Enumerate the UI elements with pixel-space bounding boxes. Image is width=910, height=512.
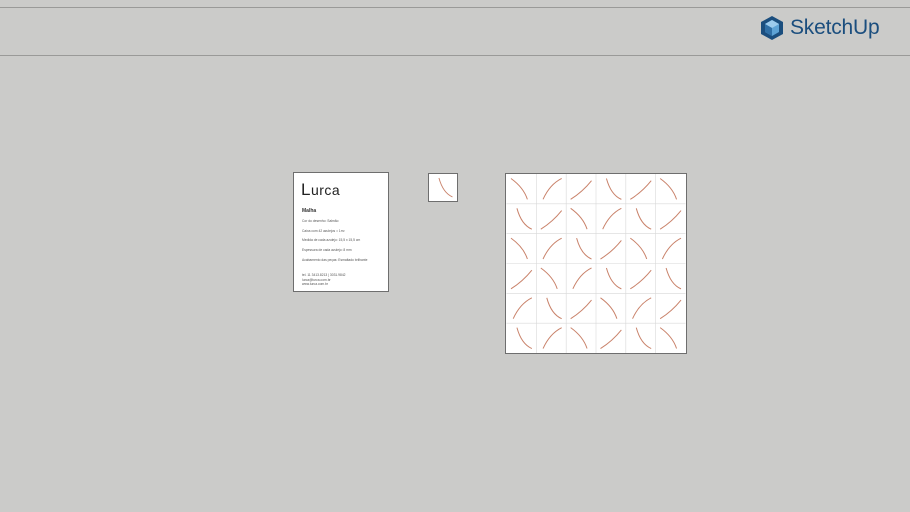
card-spec: Acabamento das peças: Esmaltado brilhant…	[302, 258, 368, 262]
tile-arc	[605, 267, 622, 290]
tile-arc	[659, 178, 678, 200]
card-spec: Medida de cada azulejo: 15,5 x 15,5 cm	[302, 238, 361, 242]
product-card[interactable]: Lurca Malha Cor do desenho: Salmão Caixa…	[293, 172, 389, 292]
tile-arc	[661, 237, 682, 260]
card-spec: Caixa com 42 azulejos = 1m²	[302, 229, 345, 233]
tile-arc	[546, 297, 562, 320]
single-tile[interactable]	[428, 173, 458, 202]
card-contact: www.lurca.com.br	[302, 282, 329, 286]
sketchup-cube-icon	[760, 15, 784, 41]
tile-arc	[540, 267, 558, 290]
tile-arc	[510, 178, 528, 200]
tile-arc	[516, 208, 533, 230]
tile-arc	[659, 327, 678, 349]
tile-arc	[635, 327, 652, 349]
tile-arc	[570, 299, 592, 320]
tile-arc	[570, 327, 588, 349]
tile-arc	[542, 237, 562, 260]
logo-text: SketchUp	[790, 16, 880, 39]
card-product-name: Malha	[302, 208, 317, 214]
tile-arc	[510, 269, 533, 290]
tile-arc	[665, 267, 682, 290]
tile-arc	[540, 210, 563, 230]
tile-arc	[600, 329, 622, 349]
tile-arc	[659, 210, 682, 230]
tile-arc	[605, 178, 622, 200]
tile-arc	[542, 327, 562, 349]
tile-arc	[602, 207, 622, 230]
tile-arc	[630, 237, 648, 260]
tile-arc	[635, 208, 652, 230]
tile-arc	[576, 238, 592, 260]
card-spec: Cor do desenho: Salmão	[302, 219, 339, 223]
tile-arc	[516, 327, 533, 349]
tile-arc	[438, 177, 453, 198]
tile-arc	[510, 237, 528, 260]
card-brand: Lurca	[301, 180, 341, 199]
tile-arc	[570, 180, 592, 200]
tile-pattern-grid[interactable]	[505, 173, 687, 354]
sketchup-logo: SketchUp	[760, 15, 880, 41]
card-contact: lurca@lurca.com.br	[302, 277, 331, 282]
tile-arc	[570, 207, 588, 230]
tile-arc	[600, 240, 622, 260]
tile-arc	[630, 269, 652, 290]
tile-arc	[659, 299, 682, 320]
tile-arc	[630, 180, 652, 200]
card-spec: Espessura de cada azulejo: 8 mm	[302, 248, 352, 252]
tile-arc	[600, 297, 618, 319]
top-divider	[0, 7, 910, 8]
tile-arc	[512, 297, 533, 319]
tile-arc	[542, 178, 562, 200]
card-contact: tel. 11 3413.8213 | 3031.9842	[302, 273, 346, 277]
header-divider	[0, 55, 910, 56]
tile-arc	[572, 267, 592, 290]
tile-arc	[632, 297, 652, 319]
